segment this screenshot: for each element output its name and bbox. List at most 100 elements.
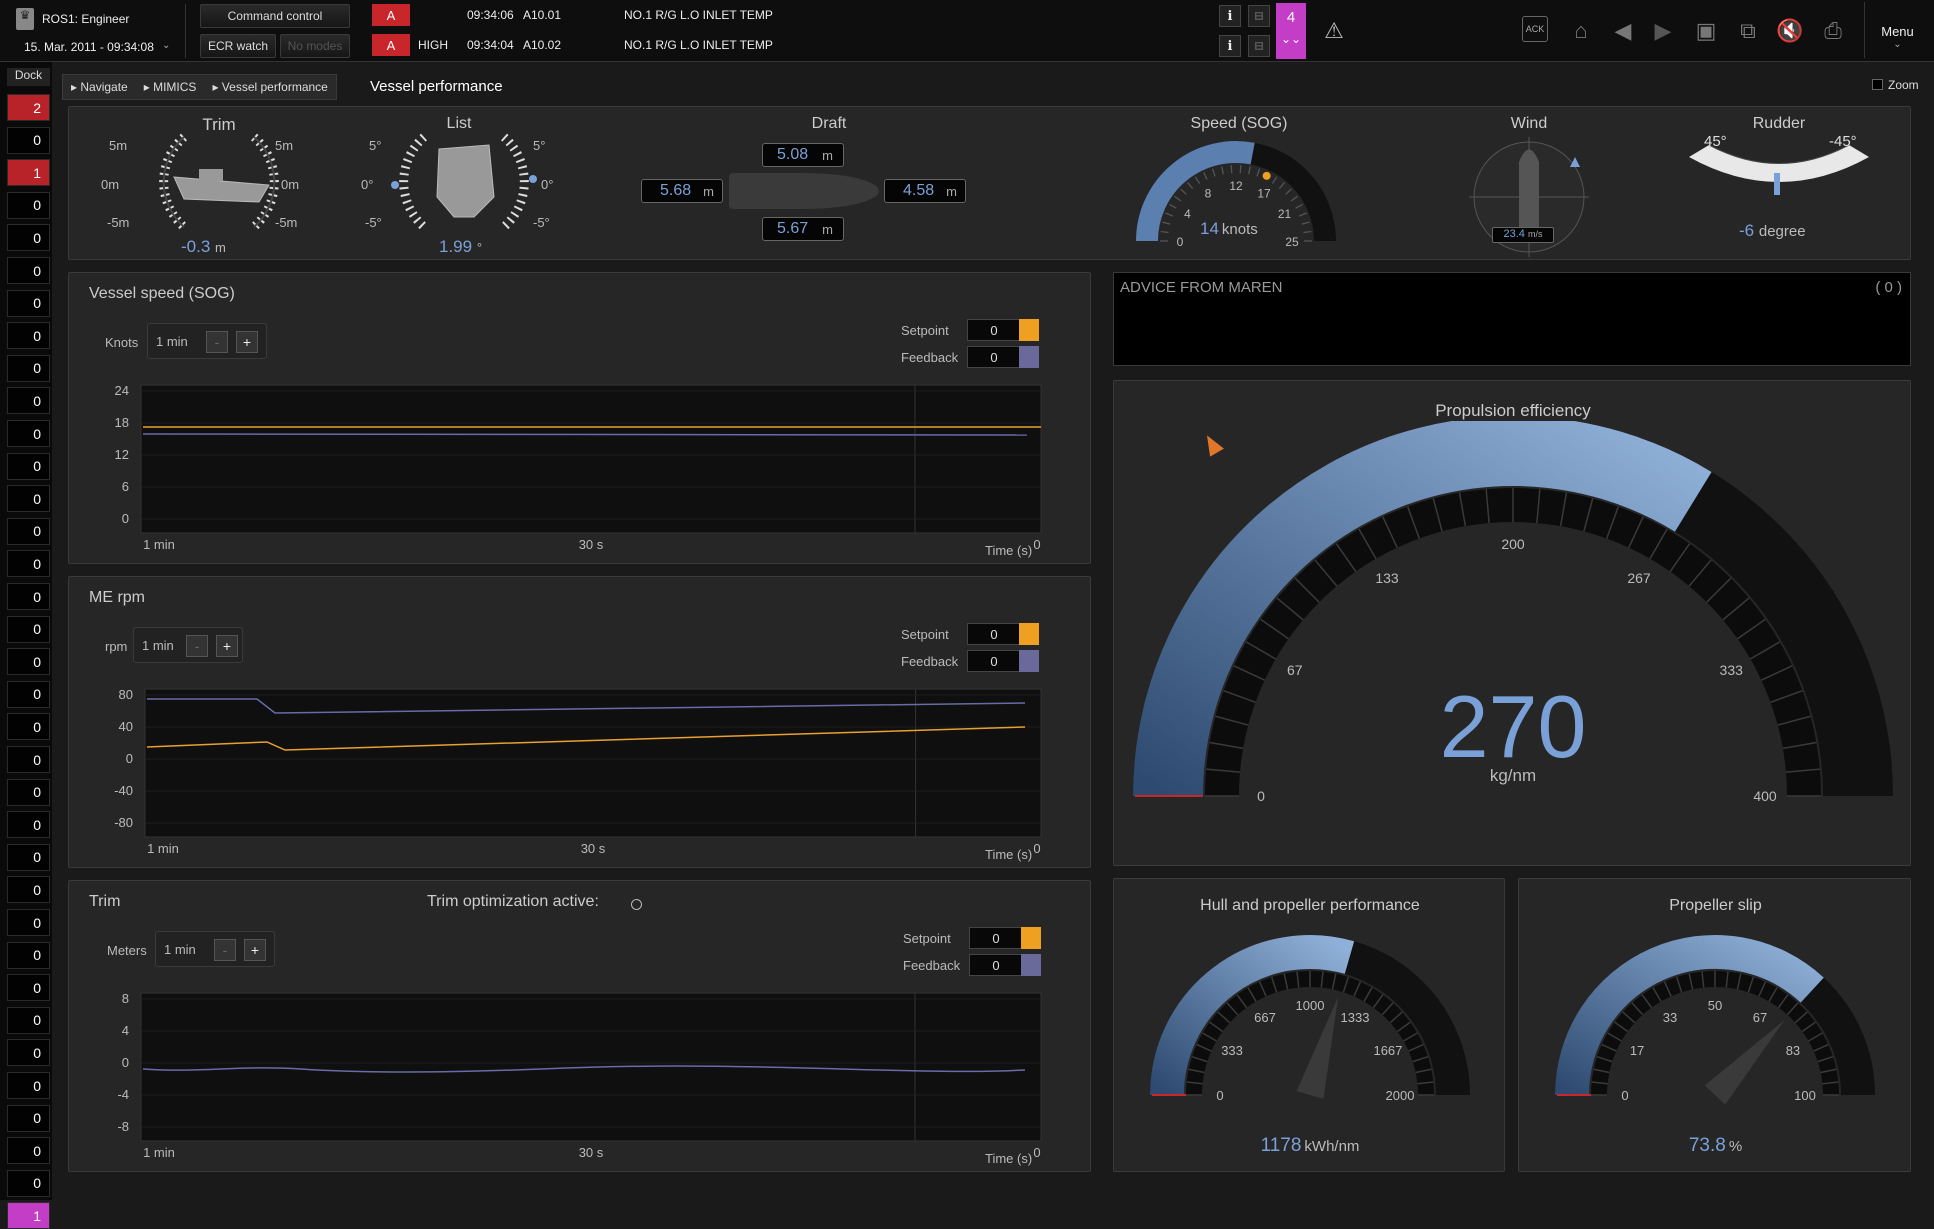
back-icon[interactable]: ◀ [1607,16,1639,46]
dock-item[interactable]: 0 [7,811,50,839]
plus-button[interactable]: + [216,635,238,657]
vessel-speed-plot: 24 18 12 6 0 1 min 30 s 0 [115,383,1042,552]
mute-icon[interactable]: 🔇 [1774,16,1806,46]
dock-item[interactable]: 2 [7,94,50,121]
speed-tick-label: 4 [1184,207,1191,221]
screenshot-icon[interactable]: ⧉ [1732,16,1764,46]
plus-button[interactable]: + [244,939,266,961]
setpoint-value[interactable]: 0 [967,319,1021,341]
breadcrumb-item[interactable]: ▸ Navigate [71,80,128,94]
menu-button[interactable]: Menu ⌄ [1864,2,1930,58]
trim-scale-bot: -5m [275,215,298,230]
dock-item[interactable]: 0 [7,1039,50,1067]
alarm-text: NO.1 R/G L.O INLET TEMP [624,8,773,22]
setpoint-value[interactable]: 0 [967,623,1021,645]
command-control-button[interactable]: Command control [200,4,350,28]
draft-bottom-box: 5.67 m [762,217,844,241]
advice-count: ( 0 ) [1875,279,1902,296]
me-rpm-window-control: 1 min - + [133,627,243,663]
y-tick-label: 0 [122,1055,129,1070]
expand-icon[interactable]: ⊟ [1248,5,1270,27]
dock-item[interactable]: 0 [7,615,50,643]
dock-item[interactable]: 0 [7,1104,50,1132]
trim-scale-top: 5m [275,138,294,153]
ack-icon[interactable]: ACK [1522,16,1548,42]
me-rpm-unit: rpm [105,639,128,654]
dock-item[interactable]: 0 [7,648,50,676]
dock-item[interactable]: 0 [7,257,50,284]
dock-item[interactable]: 0 [7,289,50,317]
plus-button[interactable]: + [236,331,258,353]
feedback-label: Feedback [903,958,961,973]
dock-item[interactable]: 0 [7,680,50,708]
x-tick-label: 30 s [579,1145,604,1160]
dock-label[interactable]: Dock [7,68,50,86]
user-box[interactable]: ♛ ROS1: Engineer 15. Mar. 2011 - 09:34:0… [10,4,186,58]
dock-item[interactable]: 0 [7,746,50,773]
dock-item[interactable]: 0 [7,126,50,154]
dock-item[interactable]: 0 [7,387,50,415]
alarm-row[interactable]: A HIGH 09:34:04 A10.02 NO.1 R/G L.O INLE… [370,32,1240,58]
feedback-value[interactable]: 0 [969,954,1023,976]
breadcrumb-item[interactable]: ▸ MIMICS [144,80,197,94]
home-icon[interactable]: ⌂ [1565,16,1597,46]
dock-item[interactable]: 0 [7,550,50,578]
feedback-value[interactable]: 0 [967,650,1021,672]
list-scale-bot: -5° [533,215,550,230]
dock-item[interactable]: 0 [7,224,50,252]
setpoint-swatch [1019,319,1039,341]
feedback-swatch [1019,346,1039,368]
dock-item[interactable]: 0 [7,452,50,480]
alarm-row[interactable]: A 09:34:06 A10.01 NO.1 R/G L.O INLET TEM… [370,2,1240,28]
zoom-checkbox[interactable] [1872,79,1883,90]
dock-item[interactable]: 0 [7,191,50,219]
speed-tick-label: 17 [1257,187,1271,201]
screen-icon[interactable]: ▣ [1690,16,1722,46]
dock-item[interactable]: 0 [7,974,50,1002]
x-axis-title: Time (s) [985,543,1033,558]
vessel-speed-window[interactable]: 1 min [156,334,188,349]
me-rpm-title: ME rpm [89,589,145,606]
feedback-value[interactable]: 0 [967,346,1021,368]
dock-item[interactable]: 1 [7,159,50,187]
gauge-tick-label: 100 [1794,1088,1816,1103]
dock-item[interactable]: 0 [7,843,50,871]
me-rpm-window[interactable]: 1 min [142,638,174,653]
dock-item[interactable]: 0 [7,583,50,610]
minus-button[interactable]: - [186,635,208,657]
dock-item[interactable]: 0 [7,1137,50,1165]
breadcrumb-item[interactable]: ▸ Vessel performance [212,80,327,94]
warning-icon[interactable]: ⚠ [1318,16,1350,46]
dock-item[interactable]: 0 [7,713,50,741]
dock-item[interactable]: 0 [7,517,50,545]
alarm-count-badge[interactable]: 4 ⌄⌄ [1276,3,1306,59]
expand-icon[interactable]: ⊟ [1248,35,1270,57]
feedback-swatch [1019,650,1039,672]
minus-button[interactable]: - [214,939,236,961]
trim-chart-window[interactable]: 1 min [164,942,196,957]
dock-item[interactable]: 0 [7,1072,50,1099]
info-icon[interactable]: i [1219,5,1241,27]
dock-item[interactable]: 0 [7,876,50,904]
no-modes-button[interactable]: No modes [280,34,350,58]
dock-item[interactable]: 0 [7,420,50,447]
dock-item[interactable]: 0 [7,322,50,350]
dock-item[interactable]: 0 [7,909,50,936]
dock-item[interactable]: 0 [7,941,50,969]
dock-item[interactable]: 0 [7,354,50,382]
hull-outline [729,173,879,209]
minus-button[interactable]: - [206,331,228,353]
print-icon[interactable]: ⎙ [1817,16,1849,46]
dock-item[interactable]: 0 [7,1006,50,1034]
chevron-down-icon[interactable]: ⌄ [162,40,170,51]
setpoint-label: Setpoint [901,323,949,338]
dock-item[interactable]: 0 [7,778,50,806]
dock-item[interactable]: 1 [7,1202,50,1229]
dock-item[interactable]: 0 [7,1169,50,1197]
dock-item[interactable]: 0 [7,485,50,513]
setpoint-value[interactable]: 0 [969,927,1023,949]
ecr-watch-button[interactable]: ECR watch [200,34,276,58]
forward-icon[interactable]: ▶ [1647,16,1679,46]
gauge-tick-label: 267 [1627,570,1651,586]
info-icon[interactable]: i [1219,35,1241,57]
